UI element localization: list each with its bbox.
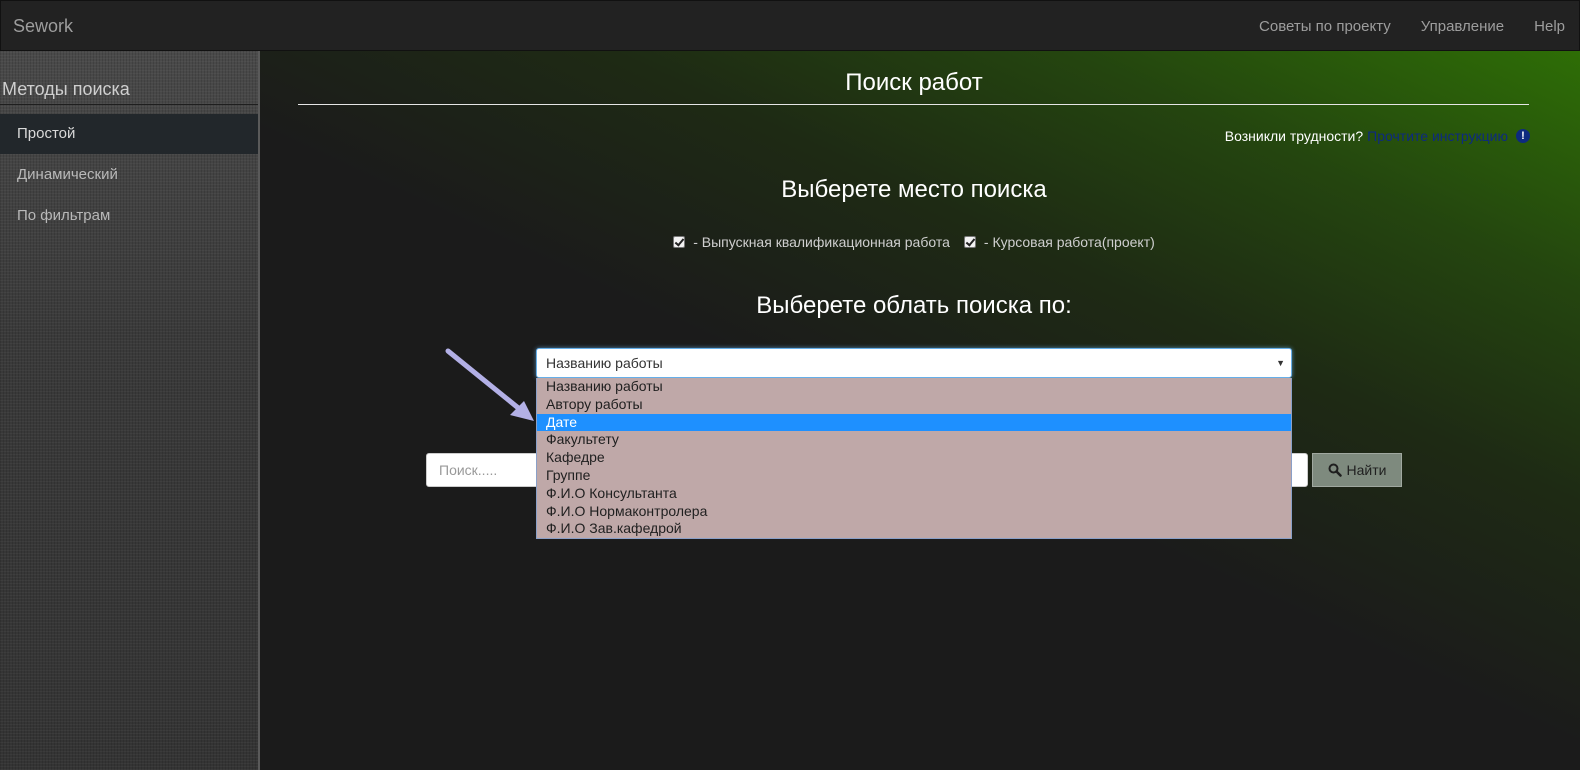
area-heading: Выберете облать поиска по:	[756, 292, 1072, 319]
instruction-link[interactable]: Прочтите инструкцию	[1367, 128, 1508, 144]
search-place-checkboxes: - Выпускная квалификационная работа - Ку…	[260, 234, 1568, 250]
title-divider	[298, 104, 1529, 105]
option-department[interactable]: Кафедре	[537, 449, 1291, 467]
nav-link-management[interactable]: Управление	[1421, 18, 1504, 35]
sidebar-menu: Простой Динамический По фильтрам	[0, 114, 258, 236]
nav-link-project-tips[interactable]: Советы по проекту	[1259, 18, 1391, 35]
check-group-thesis: - Выпускная квалификационная работа	[673, 234, 950, 250]
coursework-checkbox-label: - Курсовая работа(проект)	[983, 234, 1155, 250]
search-button[interactable]: Найти	[1312, 453, 1402, 487]
sidebar-item-filters[interactable]: По фильтрам	[0, 196, 258, 236]
sidebar: Методы поиска Простой Динамический По фи…	[0, 51, 260, 770]
search-icon	[1328, 463, 1342, 477]
sidebar-item-dynamic[interactable]: Динамический	[0, 155, 258, 195]
place-heading: Выберете место поиска	[781, 176, 1047, 203]
brand-logo[interactable]: Sework	[13, 16, 73, 37]
search-area-dropdown: Названию работы Автору работы Дате Факул…	[536, 378, 1292, 539]
nav-link-help[interactable]: Help	[1534, 18, 1565, 35]
nav-links: Советы по проекту Управление Help	[1259, 18, 1565, 35]
option-group[interactable]: Группе	[537, 467, 1291, 485]
annotation-arrow-icon	[445, 348, 534, 421]
check-group-coursework: - Курсовая работа(проект)	[963, 234, 1155, 250]
info-icon[interactable]: !	[1516, 129, 1530, 143]
option-head-of-department[interactable]: Ф.И.О Зав.кафедрой	[537, 520, 1291, 538]
option-date[interactable]: Дате	[537, 413, 1291, 432]
sidebar-title: Методы поиска	[2, 79, 130, 99]
thesis-checkbox-label: - Выпускная квалификационная работа	[693, 234, 950, 250]
top-navbar: Sework Советы по проекту Управление Help	[0, 0, 1580, 51]
coursework-checkbox[interactable]	[963, 236, 976, 248]
sidebar-item-simple[interactable]: Простой	[0, 114, 258, 154]
help-line: Возникли трудности? Прочтите инструкцию …	[1225, 128, 1530, 144]
help-text: Возникли трудности?	[1224, 128, 1364, 144]
option-faculty[interactable]: Факультету	[537, 431, 1291, 449]
chevron-down-icon: ▼	[1276, 358, 1285, 368]
option-title[interactable]: Названию работы	[537, 378, 1291, 396]
option-author[interactable]: Автору работы	[537, 396, 1291, 414]
search-area-select[interactable]: Названию работы ▼	[536, 348, 1292, 378]
option-consultant[interactable]: Ф.И.О Консультанта	[537, 485, 1291, 503]
search-button-label: Найти	[1346, 462, 1387, 478]
option-normcontroller[interactable]: Ф.И.О Нормаконтролера	[537, 503, 1291, 521]
thesis-checkbox[interactable]	[673, 236, 686, 248]
page-title: Поиск работ	[845, 69, 983, 96]
sidebar-divider	[0, 104, 258, 105]
select-value: Названию работы	[546, 355, 663, 371]
